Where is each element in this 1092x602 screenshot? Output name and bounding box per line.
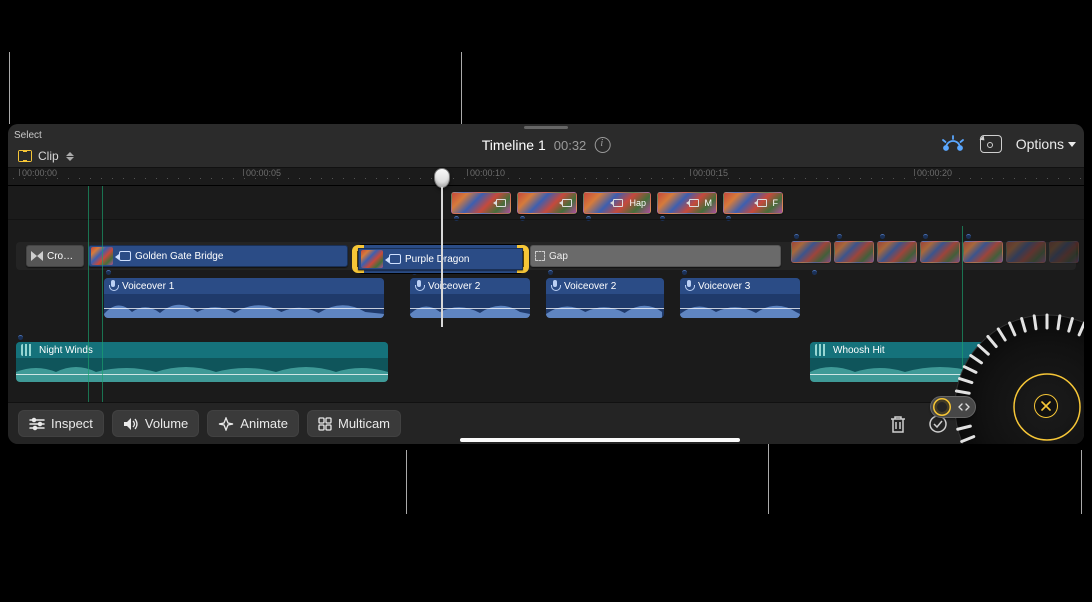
inspect-button[interactable]: Inspect <box>18 410 104 437</box>
camera-icon <box>119 251 131 261</box>
camera-icon <box>389 254 401 264</box>
microphone-icon <box>415 280 424 292</box>
camera-icon <box>689 199 699 207</box>
transition-clip[interactable]: Cro… <box>26 245 84 267</box>
panel-grip[interactable] <box>524 126 568 129</box>
nudge-knob-icon <box>933 398 951 416</box>
connected-clip[interactable]: M <box>657 192 717 214</box>
ruler-tick: 00:00:15 <box>693 168 728 178</box>
connected-clip[interactable]: Hap <box>583 192 651 214</box>
audio-clip-voiceover[interactable]: Voiceover 2 <box>546 278 664 318</box>
gap-clip[interactable]: Gap <box>530 245 781 267</box>
connected-clip[interactable]: F <box>723 192 783 214</box>
connected-clip[interactable] <box>517 192 577 214</box>
ruler-tick: 00:00:20 <box>917 168 952 178</box>
camera-icon <box>613 199 623 207</box>
scroll-indicator[interactable] <box>460 438 740 442</box>
timeline-title: Timeline 1 <box>482 137 546 153</box>
microphone-icon <box>109 280 118 292</box>
multicam-button[interactable]: Multicam <box>307 410 401 437</box>
camera-icon <box>562 199 572 207</box>
ruler-tick: 00:00:05 <box>246 168 281 178</box>
audio-clip-voiceover[interactable]: Voiceover 2 <box>410 278 530 318</box>
timeline-duration: 00:32 <box>554 138 587 153</box>
animate-button[interactable]: Animate <box>207 410 299 437</box>
snapping-icon[interactable] <box>940 134 966 154</box>
delete-button[interactable] <box>882 408 914 440</box>
chevron-updown-icon <box>65 152 75 161</box>
camera-icon <box>757 199 767 207</box>
ruler-tick: 00:00:00 <box>22 168 57 178</box>
microphone-icon <box>685 280 694 292</box>
volume-button[interactable]: Volume <box>112 410 199 437</box>
info-icon[interactable] <box>594 137 610 153</box>
ruler-tick: 00:00:10 <box>470 168 505 178</box>
crossfade-icon <box>31 251 43 261</box>
clip-mode-icon <box>18 150 32 162</box>
jog-wheel[interactable] <box>952 312 1084 444</box>
waveform-icon <box>21 344 35 356</box>
tracks-area[interactable]: Hap M F Cro… <box>8 186 1084 402</box>
gap-icon <box>535 251 545 261</box>
time-ruler[interactable]: 00:00:00 00:00:05 00:00:10 00:00:15 00:0… <box>8 168 1084 186</box>
media-options-icon[interactable] <box>980 135 1002 153</box>
edit-mode-picker[interactable]: Clip <box>14 147 83 165</box>
options-label: Options <box>1016 136 1064 152</box>
edit-mode-label: Clip <box>38 149 59 163</box>
chevron-down-icon <box>1068 142 1076 147</box>
timeline-topbar: Select Clip Timeline 1 00:32 Options <box>8 124 1084 168</box>
playhead[interactable] <box>434 168 450 192</box>
timeline-panel: Select Clip Timeline 1 00:32 Options 00:… <box>8 124 1084 444</box>
connected-clip[interactable] <box>451 192 511 214</box>
timeline-bottombar: Inspect Volume Animate Multicam <box>8 402 1084 444</box>
options-menu[interactable]: Options <box>1016 136 1076 152</box>
audio-clip-music[interactable]: Night Winds <box>16 342 388 382</box>
video-clip-golden[interactable]: Golden Gate Bridge <box>88 245 348 267</box>
timeline-title-group: Timeline 1 00:32 <box>482 137 611 153</box>
jog-nudge-toggle[interactable] <box>930 396 976 418</box>
jog-close-button[interactable] <box>1034 394 1058 418</box>
audio-clip-voiceover[interactable]: Voiceover 1 <box>104 278 384 318</box>
thumbnail-icon <box>361 250 383 268</box>
camera-icon <box>496 199 506 207</box>
select-mode-label: Select <box>14 130 42 141</box>
audio-clip-voiceover[interactable]: Voiceover 3 <box>680 278 800 318</box>
waveform-icon <box>815 344 829 356</box>
microphone-icon <box>551 280 560 292</box>
